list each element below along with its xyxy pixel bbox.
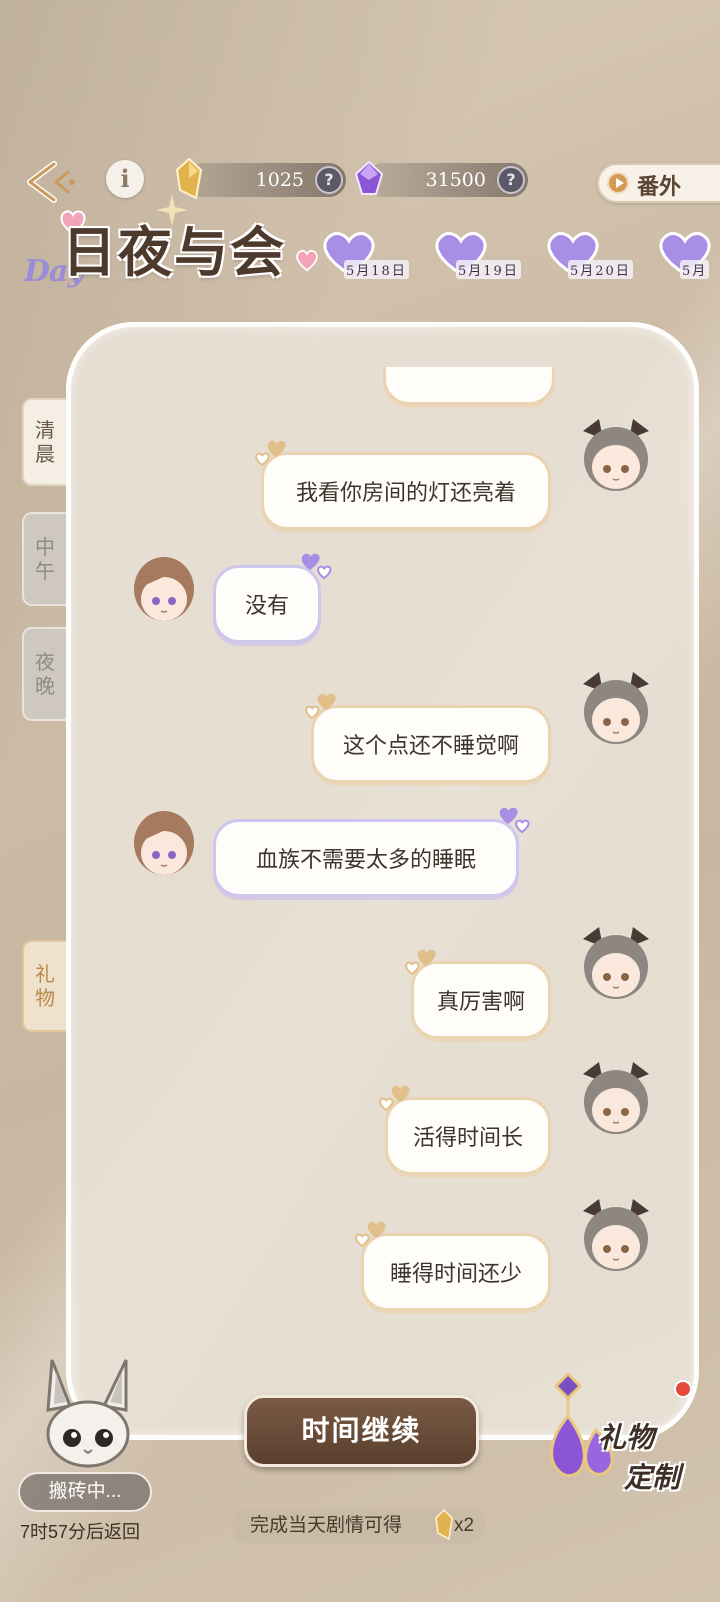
heroine-avatar — [571, 1189, 661, 1279]
gold-amount: 1025 — [255, 169, 304, 191]
date-label: 5月19日 — [456, 260, 521, 279]
pink-heart-icon — [296, 250, 318, 272]
pet-return-time: 7时57分后返回 — [20, 1522, 141, 1542]
message-text: 睡得时间还少 — [389, 1261, 522, 1286]
extra-story-label: 番外 — [637, 174, 682, 200]
vampire-avatar — [119, 797, 209, 887]
heroine-avatar — [571, 662, 661, 752]
tab-noon[interactable]: 中 午 — [22, 512, 68, 606]
tab-char: 清 — [35, 418, 55, 442]
gold-hearts-icon — [405, 949, 436, 976]
info-button[interactable]: i — [106, 160, 144, 198]
gem-currency-bar: 31500 ? — [354, 160, 528, 197]
gem-help-button[interactable]: ? — [497, 166, 525, 194]
play-icon — [607, 172, 629, 194]
pet-bunny[interactable] — [30, 1352, 142, 1470]
tab-char: 礼 — [35, 962, 55, 986]
gold-hearts-icon — [255, 440, 286, 467]
tab-char: 晨 — [35, 442, 55, 466]
tab-char: 晚 — [35, 674, 55, 698]
reward-note: 完成当天剧情可得 x2 — [232, 1508, 486, 1544]
gold-hearts-icon — [355, 1221, 386, 1248]
chat-bubble-me: 真厉害啊 — [405, 949, 551, 1039]
chat-panel[interactable]: 我看你房间的灯还亮着 没有 这个点还不睡觉啊 血族不需要太多的睡眠 真厉害啊 活… — [66, 322, 699, 1440]
bunny-icon — [46, 1359, 130, 1468]
date-item[interactable]: 5月18日 — [318, 228, 428, 288]
pet-status-badge: 搬砖中... — [18, 1472, 152, 1512]
gold-currency-bar: 1025 ? — [175, 158, 346, 200]
back-arrow-icon — [27, 161, 75, 203]
tab-morning[interactable]: 清 晨 — [22, 398, 68, 486]
tab-char: 物 — [35, 986, 55, 1010]
tab-char: 夜 — [35, 650, 55, 674]
date-item[interactable]: 5月20日 — [542, 228, 652, 288]
date-label: 5月18日 — [344, 260, 409, 279]
gift-custom-label-2: 定制 — [624, 1461, 681, 1494]
date-item[interactable]: 5月 — [654, 228, 720, 288]
chat-scroll-area[interactable]: 我看你房间的灯还亮着 没有 这个点还不睡觉啊 血族不需要太多的睡眠 真厉害啊 活… — [71, 367, 694, 1427]
tab-night[interactable]: 夜 晚 — [22, 627, 68, 721]
chat-bubble-me: 我看你房间的灯还亮着 — [255, 440, 551, 530]
chat-bubble-him: 没有 — [213, 553, 332, 643]
chat-bubble-me: 睡得时间还少 — [355, 1221, 551, 1311]
tab-gift[interactable]: 礼 物 — [22, 940, 68, 1032]
heroine-avatar — [571, 1052, 661, 1142]
vampire-avatar — [119, 543, 209, 633]
game-logo: Day 日夜与会 — [24, 194, 318, 310]
tab-char: 午 — [35, 559, 55, 583]
message-text: 我看你房间的灯还亮着 — [295, 480, 516, 505]
message-text: 这个点还不睡觉啊 — [342, 733, 519, 758]
gem-amount: 31500 — [425, 169, 486, 191]
notification-dot — [674, 1380, 692, 1398]
gold-help-button[interactable]: ? — [315, 166, 343, 194]
tab-char: 中 — [35, 535, 55, 559]
heroine-avatar — [571, 917, 661, 1007]
info-icon: i — [120, 164, 130, 193]
heroine-avatar — [571, 409, 661, 499]
date-selector: 5月18日 5月19日 5月20日 5月 — [318, 228, 720, 288]
gold-hearts-icon — [305, 693, 336, 720]
date-label: 5月 — [680, 260, 710, 279]
chat-bubble-me: 活得时间长 — [379, 1085, 551, 1175]
purple-hearts-icon — [301, 553, 332, 580]
logo-title: 日夜与会 — [62, 220, 286, 284]
back-button[interactable] — [24, 158, 80, 206]
chat-bubble-me — [383, 367, 555, 405]
message-text: 活得时间长 — [412, 1125, 523, 1150]
extra-story-button[interactable]: 番外 — [597, 163, 720, 203]
gift-custom-label-1: 礼物 — [598, 1421, 655, 1454]
chat-bubble-me: 这个点还不睡觉啊 — [305, 693, 551, 783]
message-text: 血族不需要太多的睡眠 — [255, 847, 476, 872]
chat-bubble-him: 血族不需要太多的睡眠 — [213, 807, 530, 897]
message-text: 没有 — [244, 593, 289, 618]
gold-hearts-icon — [379, 1085, 410, 1112]
date-item[interactable]: 5月19日 — [430, 228, 540, 288]
message-text: 真厉害啊 — [436, 989, 525, 1014]
purple-gem-icon — [354, 160, 384, 195]
continue-time-button[interactable]: 时间继续 — [244, 1395, 479, 1467]
reward-multiplier: x2 — [454, 1515, 475, 1536]
reward-text: 完成当天剧情可得 — [250, 1515, 403, 1536]
gold-crystal-icon — [435, 1509, 453, 1541]
date-label: 5月20日 — [568, 260, 633, 279]
purple-hearts-icon — [499, 807, 530, 834]
